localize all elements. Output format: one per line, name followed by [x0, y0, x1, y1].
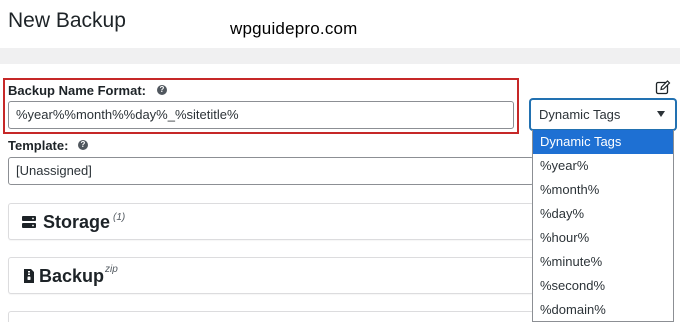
server-icon [22, 216, 36, 228]
dropdown-option[interactable]: %day% [533, 202, 673, 226]
dropdown-option[interactable]: %hour% [533, 226, 673, 250]
dynamic-tags-select[interactable]: Dynamic Tags [530, 99, 676, 130]
help-icon[interactable]: ? [157, 85, 167, 95]
dropdown-option[interactable]: %year% [533, 154, 673, 178]
backup-name-input[interactable]: %year%%month%%day%_%sitetitle% [8, 101, 514, 129]
page-header: New Backup wpguidepro.com [0, 0, 680, 48]
file-zip-icon [24, 269, 34, 283]
dropdown-option[interactable]: %second% [533, 274, 673, 298]
storage-count: (1) [113, 212, 126, 223]
page-title: New Backup [8, 9, 126, 32]
dropdown-option[interactable]: %month% [533, 178, 673, 202]
dropdown-option[interactable]: %domain% [533, 298, 673, 321]
dropdown-option[interactable]: Dynamic Tags [533, 130, 673, 154]
help-icon[interactable]: ? [78, 140, 88, 150]
template-select[interactable]: [Unassigned] [8, 157, 534, 185]
backup-format: zip [105, 264, 118, 275]
next-section[interactable] [8, 311, 534, 322]
dynamic-tags-list: Dynamic Tags %year% %month% %day% %hour%… [532, 130, 674, 322]
edit-icon[interactable] [655, 79, 671, 95]
chevron-down-icon [657, 111, 665, 117]
dropdown-option[interactable]: %minute% [533, 250, 673, 274]
storage-section[interactable]: Storage (1) [8, 203, 534, 240]
watermark-text: wpguidepro.com [230, 19, 358, 38]
dynamic-tags-selected-label: Dynamic Tags [539, 107, 621, 122]
storage-section-title: Storage [43, 212, 111, 232]
backup-name-label: Backup Name Format: [8, 83, 146, 98]
backup-section[interactable]: Backup zip [8, 257, 534, 294]
template-label: Template: [8, 138, 69, 153]
backup-section-title: Backup [39, 266, 105, 286]
